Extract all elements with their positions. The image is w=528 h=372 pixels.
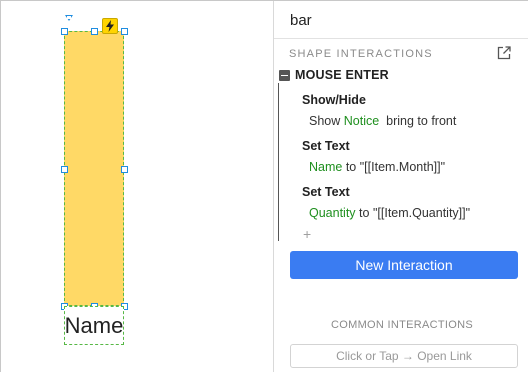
click-open-link-button[interactable]: Click or Tap → Open Link: [290, 344, 518, 368]
new-interaction-button[interactable]: New Interaction: [290, 251, 518, 279]
collapse-event-icon[interactable]: [279, 70, 290, 81]
action-title-show-hide[interactable]: Show/Hide: [302, 93, 366, 107]
action-detail-show-hide[interactable]: Show Notice bring to front: [309, 114, 456, 128]
resize-handle-top-center[interactable]: [91, 28, 98, 35]
action-title-set-text-quantity[interactable]: Set Text: [302, 185, 350, 199]
lightning-icon[interactable]: [102, 18, 118, 34]
action-detail-set-text-quantity[interactable]: Quantity to "[[Item.Quantity]]": [309, 206, 470, 220]
action-target: Name: [309, 160, 343, 174]
shape-name[interactable]: bar: [290, 12, 312, 29]
rotate-handle-icon[interactable]: [65, 15, 73, 21]
action-verb: Show: [309, 114, 341, 128]
action-title-set-text-name[interactable]: Set Text: [302, 139, 350, 153]
action-connector: to: [359, 206, 370, 220]
action-connector: to: [345, 160, 357, 174]
action-detail-set-text-name[interactable]: Name to "[[Item.Month]]": [309, 160, 445, 174]
popout-icon[interactable]: [496, 45, 512, 61]
resize-handle-top-left[interactable]: [61, 28, 68, 35]
resize-handle-middle-left[interactable]: [61, 166, 68, 173]
resize-handle-top-right[interactable]: [121, 28, 128, 35]
action-target: Notice: [343, 114, 380, 128]
section-heading-common-interactions: COMMON INTERACTIONS: [331, 319, 473, 331]
name-text: Name: [64, 312, 124, 338]
interactions-panel: bar SHAPE INTERACTIONS MOUSE ENTER Show/…: [273, 1, 528, 372]
name-text-shape[interactable]: Name: [64, 306, 124, 345]
event-mouse-enter[interactable]: MOUSE ENTER: [295, 68, 389, 82]
selection-outline: [64, 31, 124, 306]
add-action-icon[interactable]: +: [303, 226, 311, 242]
design-canvas[interactable]: Name: [1, 1, 273, 372]
window-frame: Name bar SHAPE INTERACTIONS MOUSE ENTER …: [0, 0, 528, 372]
panel-divider: [274, 38, 528, 39]
section-heading-shape-interactions: SHAPE INTERACTIONS: [289, 48, 433, 60]
resize-handle-middle-right[interactable]: [121, 166, 128, 173]
action-target: Quantity: [309, 206, 356, 220]
event-tree-line: [278, 83, 279, 241]
action-value: "[[Item.Quantity]]": [372, 206, 471, 220]
action-value: "[[Item.Month]]": [359, 160, 446, 174]
action-option: bring to front: [386, 114, 457, 128]
